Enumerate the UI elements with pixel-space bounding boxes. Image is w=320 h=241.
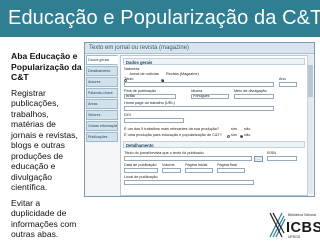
tab-dados-gerais[interactable]: Dados gerais bbox=[86, 55, 118, 65]
question-relevant: É um dos 5 trabalhos mais relevantes da … bbox=[124, 127, 219, 131]
app-window: Texto em jornal ou revista (magazine) Da… bbox=[84, 42, 315, 197]
journal-search-button[interactable]: … bbox=[254, 155, 263, 162]
slide-paragraph-1: Registrar publicações, trabalhos, matéri… bbox=[11, 87, 78, 193]
year-input[interactable] bbox=[279, 82, 297, 87]
tab-autores[interactable]: Autores bbox=[86, 77, 118, 87]
country-select[interactable]: Brasil bbox=[124, 94, 176, 99]
tab-detalhamento[interactable]: Detalhamento bbox=[86, 66, 118, 76]
tab-publicacoes[interactable]: Publicações bbox=[86, 132, 118, 142]
scrollbar-thumb[interactable] bbox=[308, 65, 313, 97]
issn-input[interactable] bbox=[267, 156, 297, 161]
doi-input[interactable] bbox=[124, 118, 184, 123]
journal-input[interactable] bbox=[124, 156, 252, 161]
slide-title: Educação e Popularização da C&T bbox=[8, 7, 320, 29]
form-panel: Dados gerais Natureza Jornal de notícias… bbox=[120, 55, 308, 196]
logo-subtitle: Biblioteca Setorial bbox=[288, 213, 316, 217]
tab-outras-informacoes[interactable]: Outras informações bbox=[86, 121, 118, 131]
relevant-no-label: não bbox=[244, 127, 251, 131]
nature-option-jornal: Jornal de notícias bbox=[129, 71, 159, 76]
nature-radio-revista[interactable] bbox=[161, 72, 164, 90]
final-page-input[interactable] bbox=[217, 168, 245, 173]
section-general-title: Dados gerais bbox=[126, 59, 153, 65]
logo-name: ICBS bbox=[286, 220, 320, 236]
education-no-label: não bbox=[244, 133, 251, 137]
title-input[interactable] bbox=[124, 82, 274, 87]
section-detail-title: Detalhamento bbox=[126, 142, 154, 148]
window-title: Texto em jornal ou revista (magazine) bbox=[85, 43, 314, 54]
education-yes-label: sim bbox=[231, 133, 237, 137]
slide-header: Educação e Popularização da C&T bbox=[0, 0, 320, 37]
volume-input[interactable] bbox=[162, 168, 181, 173]
logo-subtitle-line-2: UFRGS bbox=[288, 235, 301, 239]
tab-areas[interactable]: Áreas bbox=[86, 99, 118, 109]
medium-select[interactable] bbox=[234, 94, 274, 99]
relevant-yes-label: sim bbox=[231, 127, 237, 131]
slide-paragraph-2: Evitar a duplicidade de informações com … bbox=[11, 197, 77, 240]
nature-option-revista: Revista (Magazine) bbox=[166, 71, 199, 76]
pub-date-input[interactable] bbox=[124, 168, 158, 173]
place-input[interactable] bbox=[124, 180, 254, 185]
section-general-box: Dados gerais bbox=[123, 58, 305, 65]
homepage-input[interactable] bbox=[124, 106, 274, 111]
slide-heading: Aba Educação e Popularização da C&T bbox=[11, 51, 82, 82]
tab-palavras-chave[interactable]: Palavras-chave bbox=[86, 88, 118, 98]
initial-page-input[interactable] bbox=[185, 168, 213, 173]
section-detail-box: Detalhamento bbox=[123, 141, 305, 148]
slide-text-column: Aba Educação e Popularização da C&T Regi… bbox=[11, 51, 83, 240]
tab-setores[interactable]: Setores bbox=[86, 110, 118, 120]
form-scrollbar[interactable] bbox=[307, 55, 313, 194]
tab-list: Dados gerais Detalhamento Autores Palavr… bbox=[86, 55, 118, 143]
logo-subtitle-line-1: Biblioteca Setorial bbox=[288, 213, 317, 217]
language-select[interactable]: Português bbox=[191, 94, 229, 99]
question-education: É uma produção para educação e populariz… bbox=[124, 133, 222, 137]
